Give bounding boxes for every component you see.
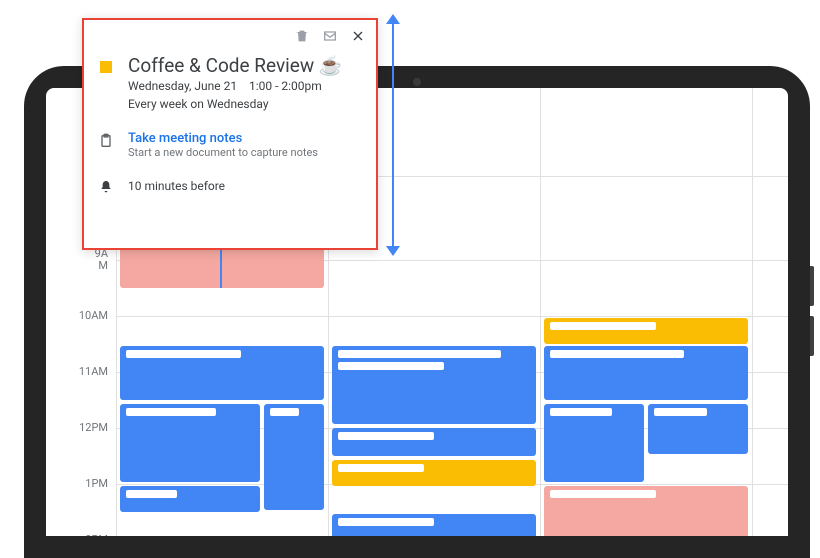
take-notes-sub: Start a new document to capture notes — [128, 146, 318, 159]
time-label-10am: 10AM — [79, 310, 108, 322]
clipboard-icon — [98, 131, 114, 149]
tablet-side-button — [810, 316, 814, 356]
event-recurrence: Every week on Wednesday — [128, 95, 343, 113]
take-notes-link[interactable]: Take meeting notes — [128, 131, 318, 146]
event-title: Coffee & Code Review ☕ — [128, 54, 343, 77]
time-label-12pm: 12PM — [79, 422, 108, 434]
calendar-event[interactable] — [544, 404, 644, 482]
calendar-event[interactable] — [120, 486, 260, 512]
calendar-event[interactable] — [264, 404, 324, 510]
reminder-text: 10 minutes before — [128, 177, 225, 195]
calendar-event[interactable] — [120, 346, 324, 400]
calendar-event[interactable] — [120, 404, 260, 482]
event-datetime: Wednesday, June 21 1:00 - 2:00pm — [128, 77, 343, 95]
mail-icon[interactable] — [322, 28, 338, 48]
trash-icon[interactable] — [294, 28, 310, 48]
calendar-event[interactable] — [332, 346, 536, 424]
calendar-event[interactable] — [544, 486, 748, 536]
resize-arrow-line — [392, 22, 394, 248]
bell-icon — [98, 177, 114, 195]
calendar-event[interactable] — [332, 514, 536, 536]
time-label-2pm: 2PM — [85, 534, 108, 536]
calendar-event[interactable] — [648, 404, 748, 454]
close-icon[interactable] — [350, 28, 366, 48]
tablet-camera — [413, 78, 421, 86]
event-detail-popup: Coffee & Code Review ☕ Wednesday, June 2… — [82, 18, 378, 250]
calendar-event[interactable] — [544, 346, 748, 400]
event-color-swatch — [100, 61, 112, 73]
time-label-11am: 11AM — [79, 366, 108, 378]
callout-pointer — [220, 250, 222, 288]
time-label-1pm: 1PM — [85, 478, 108, 490]
calendar-event[interactable] — [332, 460, 536, 486]
calendar-event[interactable] — [544, 318, 748, 344]
arrow-up-icon — [386, 14, 400, 24]
calendar-event[interactable] — [332, 428, 536, 456]
tablet-side-button — [810, 266, 814, 306]
time-label-9am: 9A M — [95, 248, 108, 272]
arrow-down-icon — [386, 246, 400, 256]
